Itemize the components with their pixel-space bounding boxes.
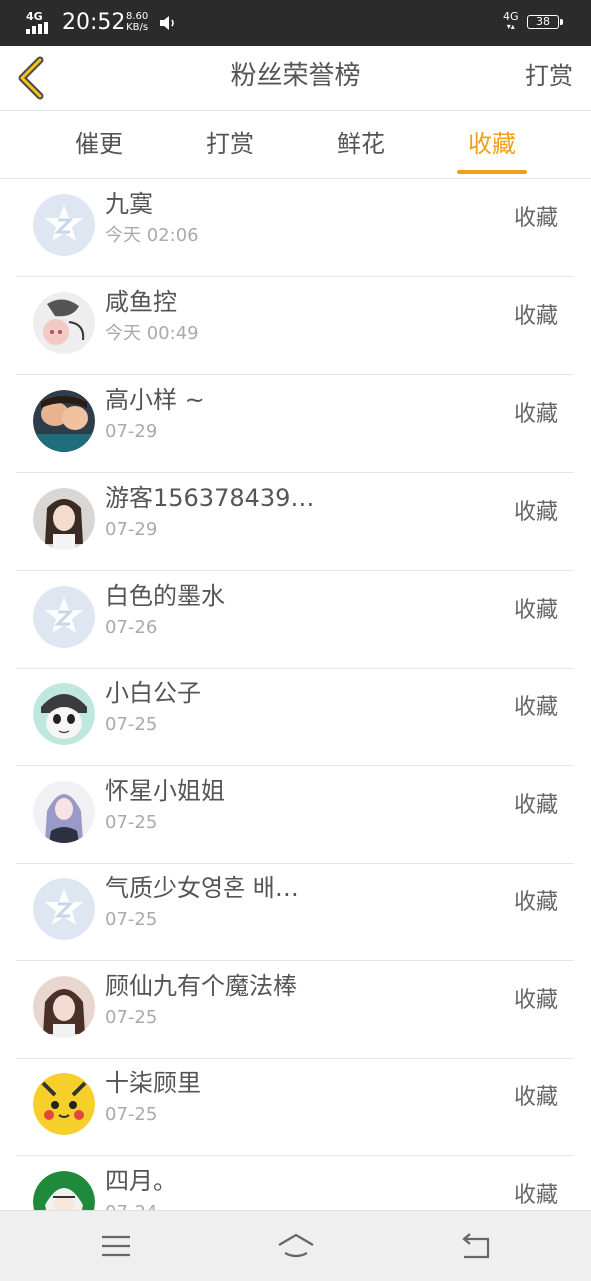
fan-name: 九寞: [105, 190, 153, 218]
list-item[interactable]: 游客156378439… 07-29 收藏: [16, 473, 574, 571]
tab-flowers[interactable]: 鲜花: [326, 111, 396, 178]
speed-unit: KB/s: [126, 22, 149, 33]
volume-icon: [160, 16, 174, 30]
fan-name: 高小样 ~: [105, 386, 205, 414]
tab-bar: 催更 打赏 鲜花 收藏: [0, 111, 591, 179]
action-label: 收藏: [513, 598, 558, 623]
action-label: 收藏: [513, 988, 558, 1013]
fan-name: 十柒顾里: [105, 1069, 201, 1097]
action-label: 收藏: [513, 890, 558, 915]
network-speed: 8.60 KB/s: [126, 11, 148, 33]
avatar: [33, 1073, 95, 1135]
reward-button[interactable]: 打赏: [525, 46, 573, 110]
action-label: 收藏: [513, 1183, 558, 1208]
action-label: 收藏: [513, 500, 558, 525]
avatar: [33, 488, 95, 550]
avatar: [33, 292, 95, 354]
action-label: 收藏: [513, 793, 558, 818]
tab-reward[interactable]: 打赏: [195, 111, 265, 178]
avatar: [33, 586, 95, 648]
page-title: 粉丝荣誉榜: [230, 61, 361, 91]
list-item[interactable]: 十柒顾里 07-25 收藏: [16, 1058, 574, 1156]
avatar: [33, 683, 95, 745]
fan-time: 07-25: [105, 714, 158, 735]
fan-name: 游客156378439…: [105, 484, 315, 512]
action-label: 收藏: [513, 402, 558, 427]
speed-value: 8.60: [126, 11, 149, 22]
fan-time: 07-25: [105, 1007, 158, 1028]
fan-name: 顾仙九有个魔法棒: [105, 972, 297, 1000]
action-label: 收藏: [513, 695, 558, 720]
list-item[interactable]: 白色的墨水 07-26 收藏: [16, 571, 574, 669]
list-item[interactable]: 四月。 07-24 收藏: [16, 1156, 574, 1210]
battery-icon: 38: [527, 15, 563, 29]
back-nav-icon[interactable]: [456, 1229, 496, 1263]
action-label: 收藏: [513, 206, 558, 231]
signal-icon: [26, 22, 52, 34]
chevron-left-icon: [18, 56, 44, 100]
fan-time: 今天 00:49: [105, 323, 199, 344]
menu-icon[interactable]: [96, 1229, 136, 1263]
action-label: 收藏: [513, 304, 558, 329]
battery-level: 38: [536, 15, 550, 28]
list-item[interactable]: 小白公子 07-25 收藏: [16, 668, 574, 766]
list-item[interactable]: 高小样 ~ 07-29 收藏: [16, 375, 574, 473]
fan-time: 07-24: [105, 1201, 157, 1210]
system-nav-bar: [0, 1210, 591, 1281]
home-icon[interactable]: [276, 1229, 316, 1263]
tab-collect[interactable]: 收藏: [457, 111, 527, 178]
fan-time: 07-25: [105, 909, 158, 930]
avatar: [33, 976, 95, 1038]
list-item[interactable]: 九寞 今天 02:06 收藏: [16, 179, 574, 277]
fan-time: 今天 02:06: [105, 225, 199, 246]
nav-bar: 粉丝荣誉榜 打赏: [0, 46, 591, 111]
cellular-indicator: 4G ▾▴: [503, 11, 519, 31]
fan-time: 07-25: [105, 812, 158, 833]
fan-name: 白色的墨水: [105, 582, 225, 610]
avatar: [33, 781, 95, 843]
fan-list: 九寞 今天 02:06 收藏 咸鱼控 今天 00:49 收藏 高小样 ~ 07-…: [0, 179, 591, 1210]
list-item[interactable]: 怀星小姐姐 07-25 收藏: [16, 766, 574, 864]
fan-time: 07-26: [105, 617, 158, 638]
avatar: [33, 194, 95, 256]
list-item[interactable]: 顾仙九有个魔法棒 07-25 收藏: [16, 961, 574, 1059]
fan-name: 咸鱼控: [105, 288, 177, 316]
status-bar: 4G 20:52 8.60 KB/s 4G ▾▴ 38: [0, 0, 591, 46]
tab-urge[interactable]: 催更: [64, 111, 134, 178]
list-item[interactable]: 气质少女영혼 배… 07-25 收藏: [16, 863, 574, 961]
fan-time: 07-25: [105, 1104, 158, 1125]
avatar: [33, 390, 95, 452]
back-button[interactable]: [10, 54, 54, 102]
data-arrows-icon: ▾▴: [506, 22, 515, 31]
action-label: 收藏: [513, 1085, 558, 1110]
fan-time: 07-29: [105, 519, 158, 540]
fan-name: 四月。: [105, 1167, 177, 1195]
clock: 20:52: [62, 10, 126, 35]
fan-time: 07-29: [105, 421, 158, 442]
avatar: [33, 878, 95, 940]
fan-name: 气质少女영혼 배…: [105, 874, 299, 902]
fan-name: 小白公子: [105, 679, 201, 707]
network-type: 4G: [26, 10, 43, 23]
list-item[interactable]: 咸鱼控 今天 00:49 收藏: [16, 277, 574, 375]
avatar: [33, 1171, 95, 1210]
fan-name: 怀星小姐姐: [105, 777, 225, 805]
